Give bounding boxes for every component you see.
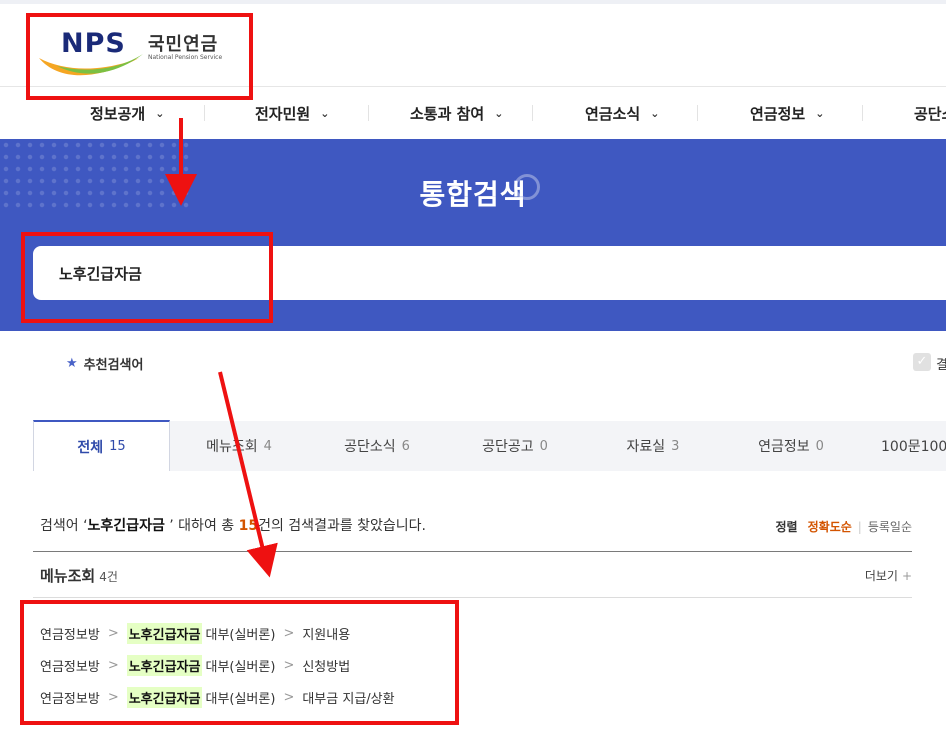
breadcrumb-separator: > [107, 690, 119, 705]
logo-korean: 국민연금 [148, 34, 219, 55]
sort-control: 정렬 정확도순 | 등록일순 [776, 518, 912, 535]
result-path: 연금정보방 [40, 692, 100, 707]
tab-faq[interactable]: 100문100답 [881, 421, 946, 471]
breadcrumb-separator: > [107, 658, 119, 673]
result-rest: 대부(실버론) [205, 628, 276, 643]
tab-agency-news[interactable]: 공단소식 6 [308, 421, 446, 471]
sort-option-date[interactable]: 등록일순 [868, 518, 912, 535]
search-input[interactable] [33, 246, 939, 300]
result-leaf: 지원내용 [302, 628, 351, 643]
more-button[interactable]: 더보기 + [865, 567, 912, 584]
recommended-keywords[interactable]: ★ 추천검색어 [66, 354, 143, 373]
sort-option-accuracy[interactable]: 정확도순 [808, 518, 852, 535]
nav-divider [204, 105, 205, 121]
plus-icon: + [901, 569, 912, 583]
list-item[interactable]: 연금정보방 > 노후긴급자금 대부(실버론) > 신청방법 [40, 655, 350, 676]
top-strip [0, 0, 946, 4]
search-box [33, 246, 946, 300]
nav-label: 전자민원 [255, 104, 311, 123]
checkbox-icon[interactable]: ✓ [913, 353, 931, 371]
page-title: 통합검색 [419, 178, 527, 211]
result-rest: 대부(실버론) [205, 660, 276, 675]
result-highlight: 노후긴급자금 [126, 687, 203, 708]
tab-count: 0 [539, 438, 548, 454]
tab-count: 15 [109, 439, 126, 454]
tab-label: 연금정보 [758, 439, 810, 455]
tab-label: 100문100답 [881, 439, 946, 455]
nav-divider [862, 105, 863, 121]
tab-count: 6 [401, 438, 410, 454]
tab-count: 0 [815, 438, 824, 454]
nav-label: 소통과 참여 [410, 104, 485, 123]
nav-item-pension-info[interactable]: 연금정보 ⌄ [750, 87, 824, 139]
breadcrumb-separator: > [283, 690, 295, 705]
summary-count: 15 [238, 518, 259, 534]
tab-label: 공단소식 [344, 439, 396, 455]
tab-agency-notice[interactable]: 공단공고 0 [446, 421, 584, 471]
tab-count: 3 [671, 438, 680, 454]
chevron-down-icon: ⌄ [320, 106, 330, 120]
star-icon: ★ [66, 356, 78, 371]
summary-prefix: 검색어 ‘ [40, 518, 88, 534]
nav-label: 공단소 [914, 104, 946, 123]
tab-all[interactable]: 전체 15 [33, 420, 170, 471]
result-highlight: 노후긴급자금 [126, 655, 203, 676]
nav-item-agency[interactable]: 공단소 [914, 87, 946, 139]
result-summary: 검색어 ‘노후긴급자금 ’ 대하여 총 15건의 검색결과를 찾았습니다. [40, 515, 426, 535]
tab-archive[interactable]: 자료실 3 [584, 421, 722, 471]
divider [33, 551, 912, 552]
result-highlight: 노후긴급자금 [126, 623, 203, 644]
section-count: 4건 [99, 570, 118, 584]
breadcrumb-separator: > [283, 658, 295, 673]
nav-item-info-disclosure[interactable]: 정보공개 ⌄ [90, 87, 164, 139]
chevron-down-icon: ⌄ [815, 106, 825, 120]
tab-label: 자료실 [626, 439, 666, 455]
chevron-down-icon: ⌄ [494, 106, 504, 120]
logo-english: National Pension Service [148, 54, 223, 61]
chevron-down-icon: ⌄ [155, 106, 165, 120]
section-title-menu: 메뉴조회 4건 [40, 565, 118, 586]
tab-label: 공단공고 [482, 439, 534, 455]
result-path: 연금정보방 [40, 628, 100, 643]
list-item[interactable]: 연금정보방 > 노후긴급자금 대부(실버론) > 지원내용 [40, 623, 350, 644]
tab-label: 전체 [77, 439, 104, 456]
breadcrumb-separator: > [107, 626, 119, 641]
nav-item-communication[interactable]: 소통과 참여 ⌄ [410, 87, 503, 139]
more-label: 더보기 [864, 569, 898, 583]
sort-label: 정렬 [775, 520, 798, 534]
nav-label: 정보공개 [90, 104, 146, 123]
nav-item-e-civil[interactable]: 전자민원 ⌄ [255, 87, 329, 139]
list-item[interactable]: 연금정보방 > 노후긴급자금 대부(실버론) > 대부금 지급/상환 [40, 687, 395, 708]
summary-suffix: 건의 검색결과를 찾았습니다. [258, 518, 427, 534]
nps-logo[interactable]: NPS 국민연금 National Pension Service [37, 26, 237, 82]
sort-divider: | [857, 519, 862, 534]
main-nav: 정보공개 ⌄ 전자민원 ⌄ 소통과 참여 ⌄ 연금소식 ⌄ 연금정보 ⌄ 공단소 [0, 86, 946, 140]
nav-item-pension-news[interactable]: 연금소식 ⌄ [585, 87, 659, 139]
summary-keyword: 노후긴급자금 [87, 518, 165, 534]
nav-divider [532, 105, 533, 121]
summary-middle: ’ 대하여 총 [164, 518, 239, 534]
logo-mark: NPS [61, 28, 126, 59]
result-rest: 대부(실버론) [205, 692, 276, 707]
divider [33, 597, 912, 598]
nav-label: 연금정보 [750, 104, 806, 123]
section-title-label: 메뉴조회 [40, 567, 96, 585]
tab-menu[interactable]: 메뉴조회 4 [170, 421, 308, 471]
tab-count: 4 [263, 438, 272, 454]
nav-label: 연금소식 [585, 104, 641, 123]
result-leaf: 대부금 지급/상환 [302, 692, 395, 707]
search-banner: 통합검색 [0, 139, 946, 331]
nav-divider [368, 105, 369, 121]
chevron-down-icon: ⌄ [650, 106, 660, 120]
category-tabs: 전체 15 메뉴조회 4 공단소식 6 공단공고 0 자료실 3 연금정보 0 100문10… [33, 420, 946, 471]
result-path: 연금정보방 [40, 660, 100, 675]
result-leaf: 신청방법 [302, 660, 351, 675]
tab-pension-info[interactable]: 연금정보 0 [722, 421, 860, 471]
recommended-label: 추천검색어 [83, 358, 144, 373]
tab-label: 메뉴조회 [206, 439, 258, 455]
breadcrumb-separator: > [283, 626, 295, 641]
result-checkbox-label: 결 [936, 358, 946, 373]
nav-divider [697, 105, 698, 121]
